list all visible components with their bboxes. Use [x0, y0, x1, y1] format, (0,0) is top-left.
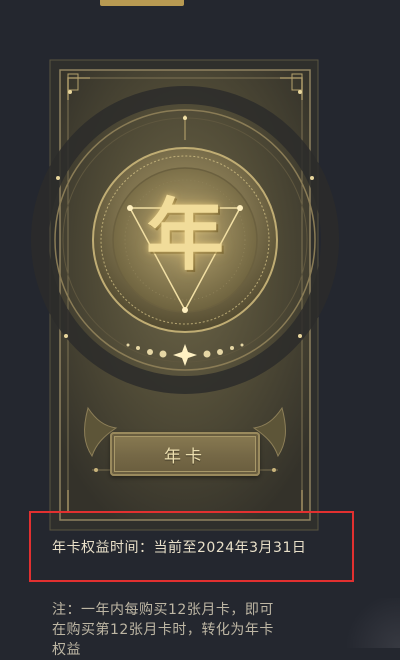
note-line: 权益 [52, 642, 81, 658]
benefit-period-text: 年卡权益时间：当前至2024年3月31日 [52, 540, 307, 556]
corner-shadow [340, 598, 400, 648]
year-emblem-glyph: 年 [145, 190, 224, 281]
annual-card-button[interactable]: 年卡 [110, 432, 260, 476]
note-line: 在购买第12张月卡时，转化为年卡 [52, 622, 274, 638]
note-line: 注：一年内每购买12张月卡，即可 [52, 602, 274, 618]
note-text: 注：一年内每购买12张月卡，即可 在购买第12张月卡时，转化为年卡 权益 [52, 600, 352, 660]
annual-card-button-label: 年卡 [164, 446, 206, 467]
